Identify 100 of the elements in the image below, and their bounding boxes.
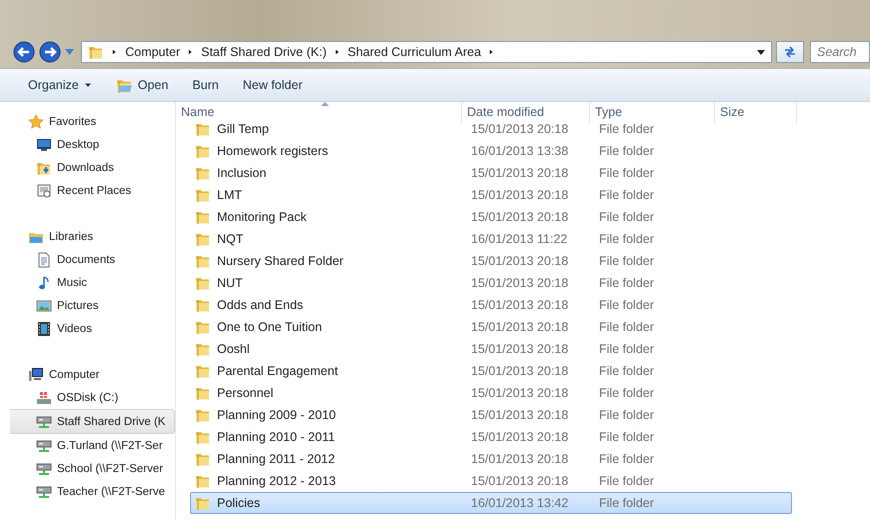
type-cell-text: File folder <box>599 298 655 312</box>
folder-icon <box>195 143 211 159</box>
folder-icon <box>195 165 211 181</box>
type-cell-text: File folder <box>599 188 655 202</box>
sidebar-item[interactable]: Downloads <box>0 156 175 179</box>
type-cell-text: File folder <box>599 276 655 290</box>
date-cell-text: 15/01/2013 20:18 <box>470 122 570 136</box>
type-cell-text: File folder <box>599 122 655 136</box>
file-name[interactable]: Planning 2010 - 2011 <box>217 430 335 444</box>
folder-icon <box>195 253 211 269</box>
arrow-right-icon <box>38 41 61 63</box>
date-cell-text: 15/01/2013 20:18 <box>470 298 570 312</box>
address-bar[interactable]: Computer Staff Shared Drive (K:) Shared Curriculum Area <box>81 41 772 63</box>
folder-icon <box>195 121 211 137</box>
sidebar-item[interactable]: Videos <box>0 317 175 340</box>
column-header[interactable]: Date modified <box>462 102 590 124</box>
sidebar-item[interactable]: Music <box>0 271 175 294</box>
type-cell-text: File folder <box>599 364 655 378</box>
file-name[interactable]: Parental Engagement <box>217 364 338 378</box>
type-cell-text: File folder <box>599 254 655 268</box>
drive-icon <box>36 390 52 406</box>
sidebar-item[interactable]: Desktop <box>0 133 175 156</box>
sidebar-item[interactable]: Staff Shared Drive (K <box>10 409 175 434</box>
file-name[interactable]: Ooshl <box>217 342 250 356</box>
forward-button[interactable] <box>38 40 62 64</box>
sidebar-group[interactable]: Favorites <box>0 110 175 133</box>
toolbar-button[interactable]: Burn <box>182 74 229 96</box>
file-name[interactable]: Planning 2012 - 2013 <box>217 474 336 488</box>
sidebar-item[interactable]: School (\\F2T-Server <box>0 457 175 480</box>
file-name[interactable]: One to One Tuition <box>217 320 322 334</box>
sidebar-item[interactable]: Pictures <box>0 294 175 317</box>
type-cell-text: File folder <box>599 166 655 180</box>
caret-down-icon <box>84 81 92 89</box>
star-icon <box>28 114 44 130</box>
folder-icon <box>195 297 211 313</box>
folder-icon <box>195 341 211 357</box>
type-cell-text: File folder <box>599 452 655 466</box>
file-name[interactable]: NQT <box>217 232 244 246</box>
file-name[interactable]: Homework registers <box>217 144 328 158</box>
search-field[interactable]: Search <box>810 41 870 63</box>
sidebar-group[interactable]: Computer <box>0 363 175 386</box>
file-name[interactable]: Gill Temp <box>217 122 269 136</box>
folder-icon <box>195 187 211 203</box>
date-cell-text: 15/01/2013 20:18 <box>470 276 570 290</box>
file-name[interactable]: LMT <box>217 188 242 202</box>
date-cell-text: 15/01/2013 20:18 <box>470 474 570 488</box>
sidebar-item[interactable]: Teacher (\\F2T-Serve <box>0 480 175 503</box>
file-name[interactable]: Inclusion <box>217 166 266 180</box>
monitor-icon <box>36 136 52 152</box>
column-header[interactable]: Type <box>590 102 715 124</box>
selected-row[interactable]: Policies 16/01/2013 13:42 File folder <box>190 492 792 514</box>
refresh-button[interactable] <box>776 41 804 63</box>
date-cell-text: 15/01/2013 20:18 <box>470 166 570 180</box>
folder-icon <box>195 231 211 247</box>
file-name[interactable]: Planning 2009 - 2010 <box>217 408 336 422</box>
sidebar-item[interactable]: Recent Places <box>0 179 175 202</box>
date-cell-text: 16/01/2013 11:22 <box>470 232 568 246</box>
date-cell-text: 15/01/2013 20:18 <box>470 452 570 466</box>
folder-icon <box>195 495 211 511</box>
sidebar-item[interactable]: G.Turland (\\F2T-Ser <box>0 434 175 457</box>
back-button[interactable] <box>12 40 36 64</box>
date-cell-text: 15/01/2013 20:18 <box>470 342 570 356</box>
type-cell-text: File folder <box>599 474 655 488</box>
sidebar-item[interactable]: OSDisk (C:) <box>0 386 175 409</box>
folder-icon <box>195 209 211 225</box>
file-name[interactable]: Odds and Ends <box>217 298 304 312</box>
caret-down-icon <box>64 49 74 55</box>
network-drive-icon <box>36 484 52 500</box>
column-header[interactable]: Size <box>715 102 797 124</box>
file-name[interactable]: Policies <box>217 496 260 510</box>
breadcrumb[interactable]: Computer <box>125 45 180 59</box>
caret-down-icon[interactable] <box>757 50 766 54</box>
clock-window-icon <box>36 182 52 198</box>
breadcrumb[interactable]: Shared Curriculum Area <box>348 45 482 59</box>
toolbar-button[interactable]: Open <box>106 72 178 98</box>
toolbar-button[interactable]: Organize <box>18 74 102 96</box>
breadcrumb[interactable]: Staff Shared Drive (K:) <box>201 45 327 59</box>
folder-icon <box>195 407 211 423</box>
sidebar-group[interactable]: Libraries <box>0 225 175 248</box>
folder-icon <box>195 363 211 379</box>
file-name[interactable]: Monitoring Pack <box>217 210 307 224</box>
network-drive-icon <box>36 414 52 430</box>
network-drive-icon <box>36 438 52 454</box>
folder-icon <box>195 451 211 467</box>
date-cell-text: 15/01/2013 20:18 <box>470 320 570 334</box>
sidebar-item[interactable]: Documents <box>0 248 175 271</box>
film-icon <box>36 320 52 336</box>
date-cell-text: 15/01/2013 20:18 <box>470 430 570 444</box>
computer-icon <box>28 366 44 382</box>
toolbar-button[interactable]: New folder <box>232 74 312 96</box>
file-name[interactable]: Planning 2011 - 2012 <box>217 452 335 466</box>
file-name[interactable]: Nursery Shared Folder <box>217 254 344 268</box>
file-name[interactable]: Personnel <box>217 386 274 400</box>
type-cell-text: File folder <box>599 430 655 444</box>
document-icon <box>36 252 52 268</box>
network-drive-icon <box>36 460 52 476</box>
file-name[interactable]: NUT <box>217 276 243 290</box>
date-cell-text: 16/01/2013 13:42 <box>470 496 570 510</box>
date-cell-text: 15/01/2013 20:18 <box>470 188 570 202</box>
folder-icon <box>195 429 211 445</box>
